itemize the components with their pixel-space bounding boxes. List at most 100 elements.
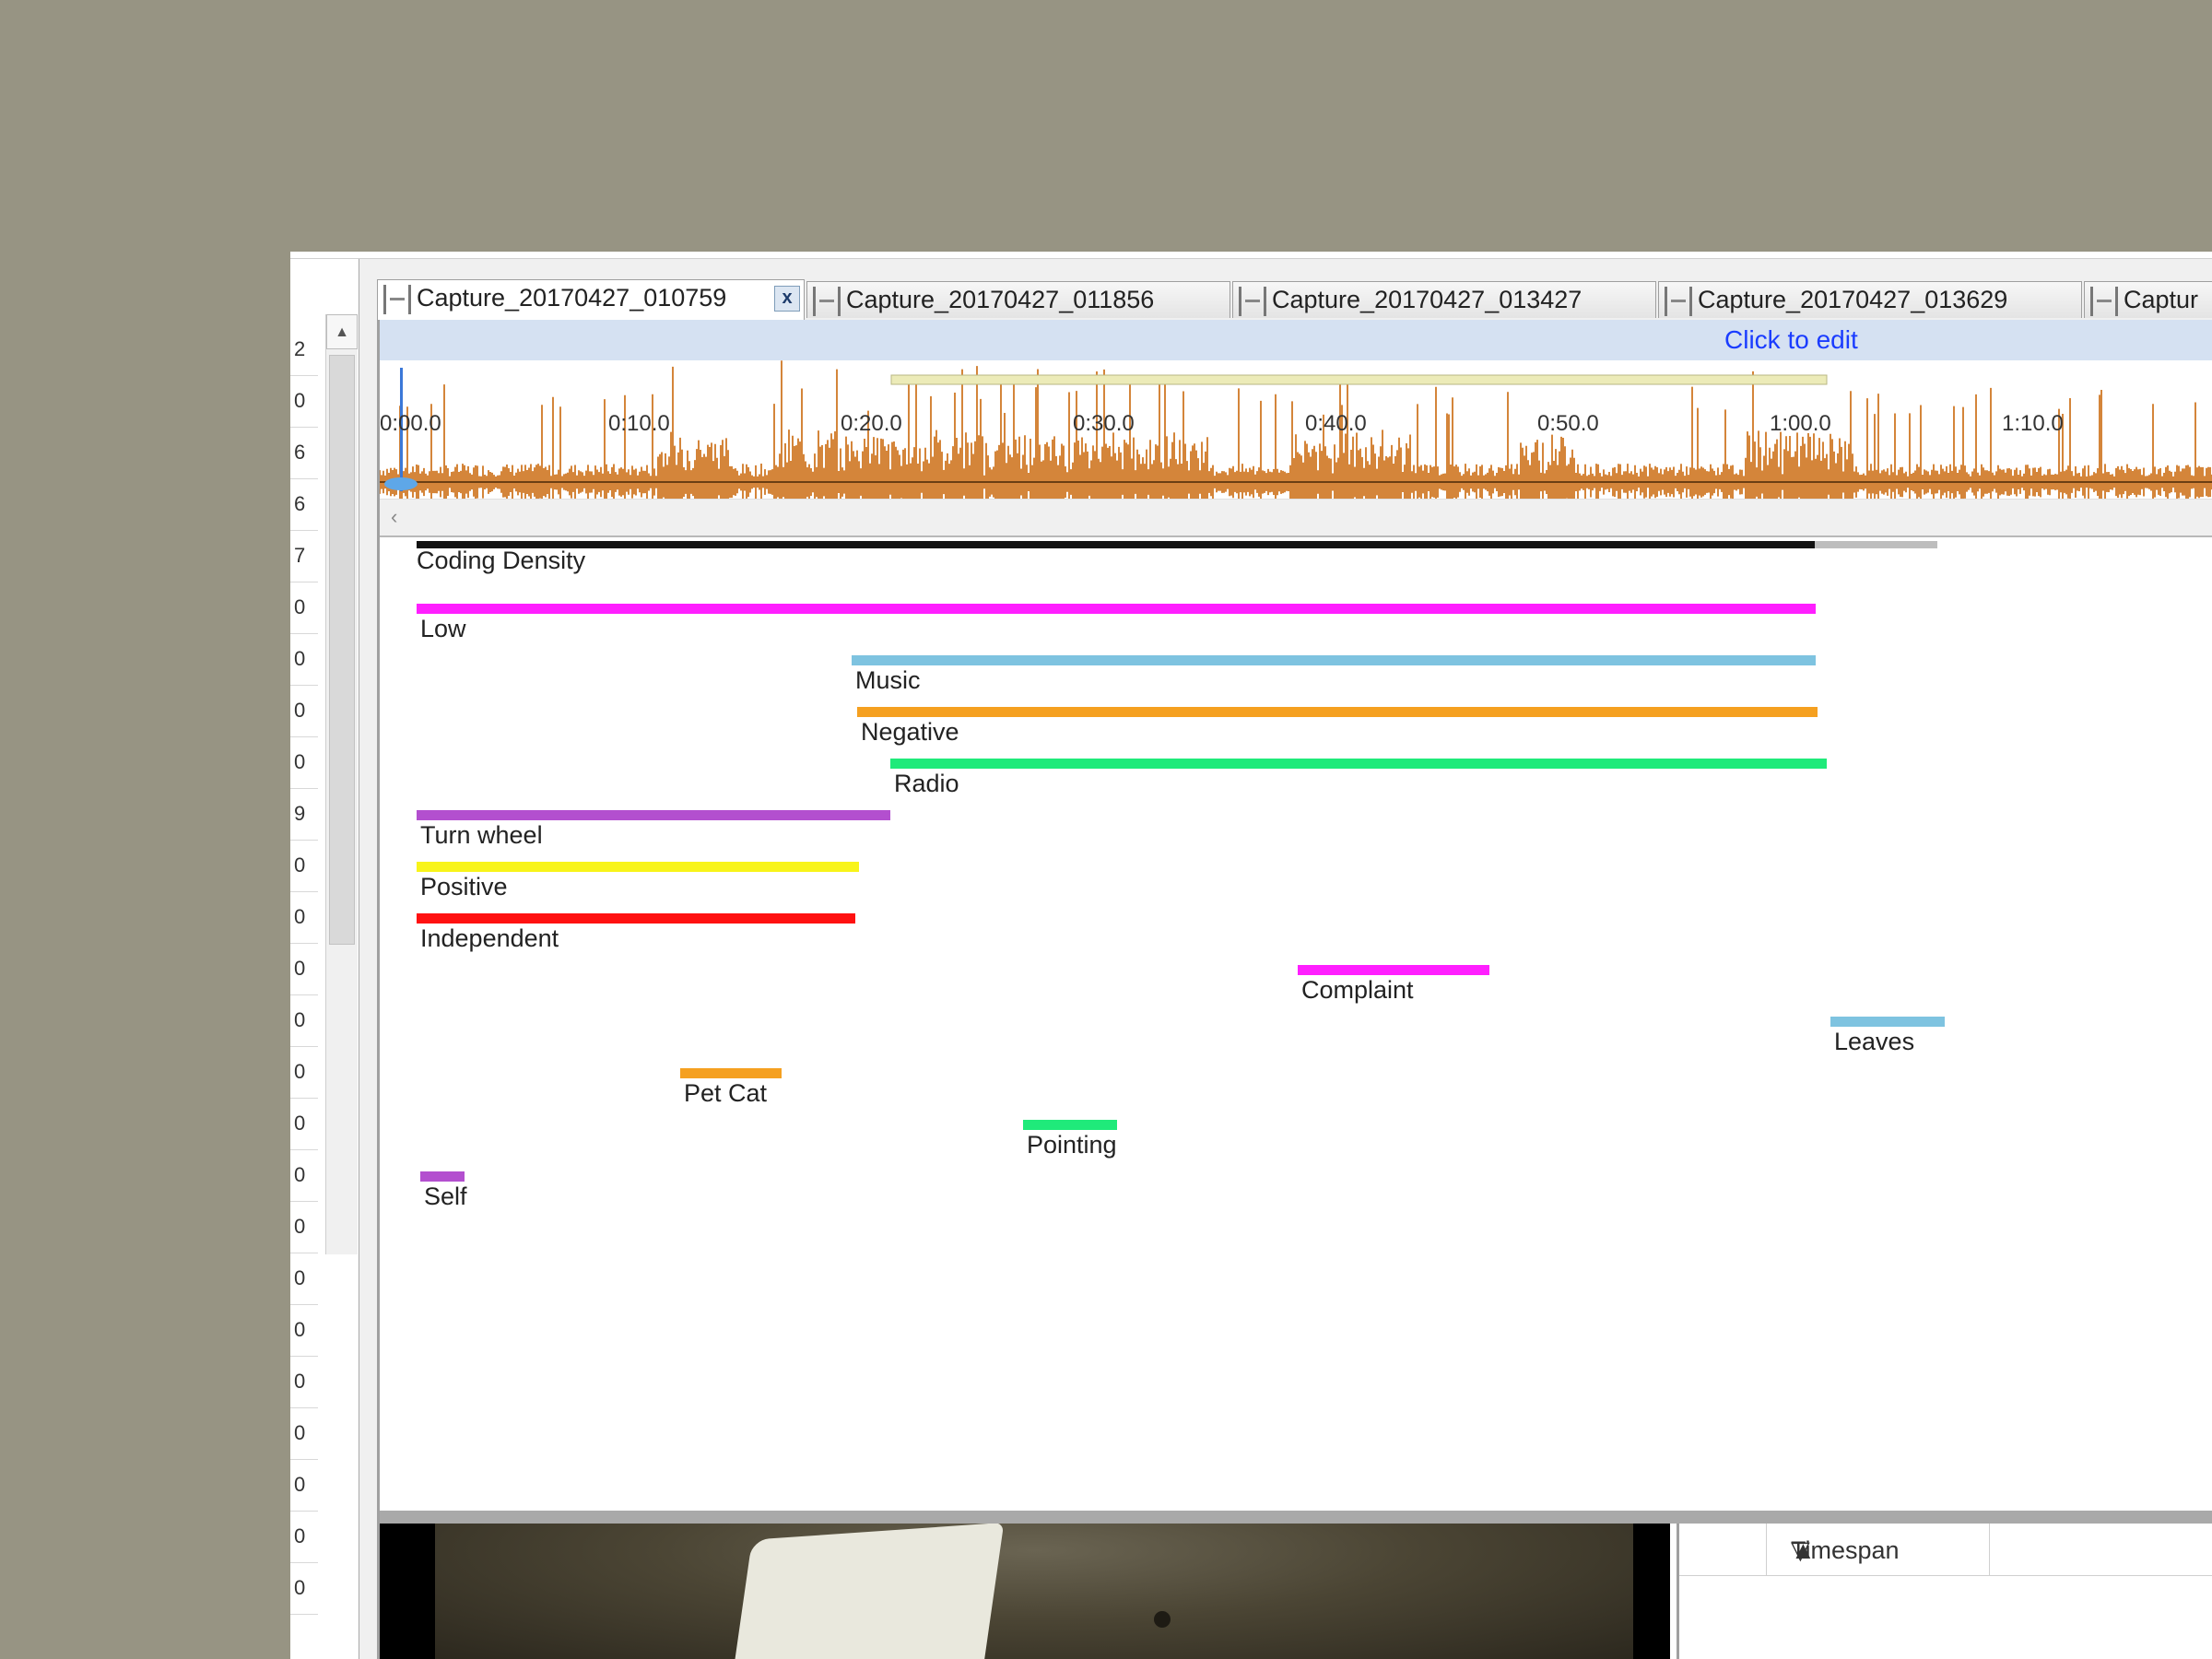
timeline-waveform[interactable]: 0:00.0 0:10.0 0:20.0 0:30.0 0:40.0 0:50.0 1:00… — [380, 360, 2212, 537]
scroll-left-icon[interactable]: ‹ — [391, 505, 397, 529]
coding-stripe[interactable] — [417, 862, 859, 872]
list-row-value[interactable]: 0 — [290, 1253, 318, 1305]
tab-capture-3[interactable]: Capture_20170427_013427 — [1232, 281, 1656, 318]
list-row-value[interactable]: 0 — [290, 1201, 318, 1253]
nvivo-window: ▲ 2066700009000000000000000 Capture_2017… — [290, 252, 2212, 1659]
coding-stripe[interactable] — [420, 1171, 465, 1182]
list-row-value[interactable]: 6 — [290, 427, 318, 479]
tab-label: Capture_20170427_011856 — [846, 286, 1155, 313]
top-strip — [290, 252, 2212, 259]
timespan-column-header[interactable]: Timespan ▲ ▽ — [1766, 1524, 1990, 1575]
coding-stripe-label: Self — [424, 1182, 467, 1210]
list-row-value[interactable]: 6 — [290, 478, 318, 531]
video-file-icon — [813, 286, 841, 316]
click-to-edit-bar[interactable]: Click to edit — [380, 320, 2212, 360]
coding-stripe-label: Negative — [861, 718, 959, 746]
coding-stripe-label: Pet Cat — [684, 1079, 768, 1107]
tab-bar: Capture_20170427_010759 x Capture_201704… — [377, 279, 2212, 320]
coding-density-bar — [417, 541, 1937, 548]
click-to-edit-link[interactable]: Click to edit — [1724, 325, 1858, 355]
coding-stripe-label: Pointing — [1027, 1131, 1117, 1159]
coding-stripe[interactable] — [417, 913, 855, 924]
coding-stripe[interactable] — [680, 1068, 782, 1078]
list-row-value[interactable]: 0 — [290, 633, 318, 686]
coding-stripe-label: Turn wheel — [420, 821, 543, 849]
coding-stripe-label: Low — [420, 615, 466, 642]
video-spot — [1154, 1611, 1171, 1628]
timeline-tick-label: 0:40.0 — [1305, 411, 1367, 436]
list-row-value[interactable]: 0 — [290, 1356, 318, 1408]
list-row-value[interactable]: 9 — [290, 788, 318, 841]
timeline-tick-label: 0:00.0 — [380, 411, 441, 436]
list-row-value[interactable]: 0 — [290, 685, 318, 737]
scroll-thumb[interactable] — [329, 355, 355, 945]
tab-capture-4[interactable]: Capture_20170427_013629 — [1658, 281, 2082, 318]
media-panel: Click to edit 0:00.0 0:10.0 0:20.0 0:30.0 0:… — [377, 320, 2212, 1659]
coding-stripe-label: Independent — [420, 924, 559, 952]
coding-stripe[interactable] — [417, 810, 890, 820]
coding-stripes: Coding Density Low Music Negative Radio Turn … — [380, 541, 2212, 1398]
video-glare — [723, 1524, 1005, 1659]
video-frame — [435, 1524, 1633, 1659]
filter-icon[interactable]: ▽ — [1791, 1536, 1810, 1565]
coding-stripe[interactable] — [1298, 965, 1489, 975]
video-file-icon — [383, 284, 411, 314]
tab-capture-2[interactable]: Capture_20170427_011856 — [806, 281, 1230, 318]
coding-stripe-label: Music — [855, 666, 921, 694]
video-player[interactable] — [380, 1524, 1670, 1659]
timeline-tick-label: 1:10.0 — [2002, 411, 2064, 436]
left-list[interactable]: ▲ 2066700009000000000000000 — [290, 259, 359, 1659]
coding-stripe[interactable] — [852, 655, 1816, 665]
list-row-value[interactable]: 0 — [290, 1304, 318, 1357]
list-row-value[interactable]: 0 — [290, 375, 318, 428]
list-row-value[interactable]: 0 — [290, 1562, 318, 1615]
list-row-value[interactable]: 0 — [290, 1098, 318, 1150]
timeline-tick-label: 0:30.0 — [1073, 411, 1135, 436]
transcript-grid: Timespan ▲ ▽ — [1677, 1524, 2212, 1659]
timeline-tick-label: 1:00.0 — [1770, 411, 1831, 436]
list-row-value[interactable]: 0 — [290, 1459, 318, 1512]
video-file-icon — [2090, 286, 2118, 316]
tab-label: Captur — [2124, 286, 2199, 313]
tab-capture-5[interactable]: Captur — [2084, 281, 2212, 318]
list-row-value[interactable]: 0 — [290, 1511, 318, 1563]
list-row-value[interactable]: 0 — [290, 582, 318, 634]
list-row-value[interactable]: 0 — [290, 1149, 318, 1202]
list-row-value[interactable]: 0 — [290, 736, 318, 789]
timeline-scrollbar[interactable]: ‹ — [380, 499, 2212, 537]
list-row-value[interactable]: 0 — [290, 1407, 318, 1460]
left-scrollbar[interactable]: ▲ — [325, 314, 358, 1254]
coding-density-label: Coding Density — [417, 547, 586, 574]
playhead-handle — [384, 477, 418, 490]
timeline-tick-label: 0:20.0 — [841, 411, 902, 436]
timeline-tick-label: 0:10.0 — [608, 411, 670, 436]
coding-stripe[interactable] — [1023, 1120, 1117, 1130]
close-tab-icon[interactable]: x — [774, 286, 800, 312]
selection-range — [890, 374, 1828, 385]
coding-stripe-label: Radio — [894, 770, 959, 797]
tab-capture-1[interactable]: Capture_20170427_010759 x — [377, 279, 805, 320]
list-row-value[interactable]: 7 — [290, 530, 318, 582]
list-row-value[interactable]: 0 — [290, 840, 318, 892]
tab-label: Capture_20170427_010759 — [417, 284, 727, 312]
list-row-value[interactable]: 2 — [290, 324, 318, 376]
video-file-icon — [1239, 286, 1266, 316]
coding-stripe-label: Positive — [420, 873, 508, 900]
tab-label: Capture_20170427_013427 — [1272, 286, 1583, 313]
scroll-up-arrow-icon[interactable]: ▲ — [326, 314, 358, 349]
coding-stripe-label: Leaves — [1834, 1028, 1915, 1055]
tab-label: Capture_20170427_013629 — [1698, 286, 2008, 313]
coding-stripe[interactable] — [417, 604, 1816, 614]
list-row-value[interactable]: 0 — [290, 943, 318, 995]
list-row-value[interactable]: 0 — [290, 1046, 318, 1099]
video-file-icon — [1665, 286, 1692, 316]
coding-stripe[interactable] — [1830, 1017, 1945, 1027]
coding-stripe[interactable] — [890, 759, 1827, 769]
pane-splitter[interactable] — [380, 1511, 2212, 1524]
list-row-value[interactable]: 0 — [290, 994, 318, 1047]
coding-stripe[interactable] — [857, 707, 1818, 717]
timeline-tick-label: 0:50.0 — [1537, 411, 1599, 436]
coding-stripe-label: Complaint — [1301, 976, 1414, 1004]
list-row-value[interactable]: 0 — [290, 891, 318, 944]
grid-header: Timespan ▲ ▽ — [1679, 1524, 2212, 1576]
